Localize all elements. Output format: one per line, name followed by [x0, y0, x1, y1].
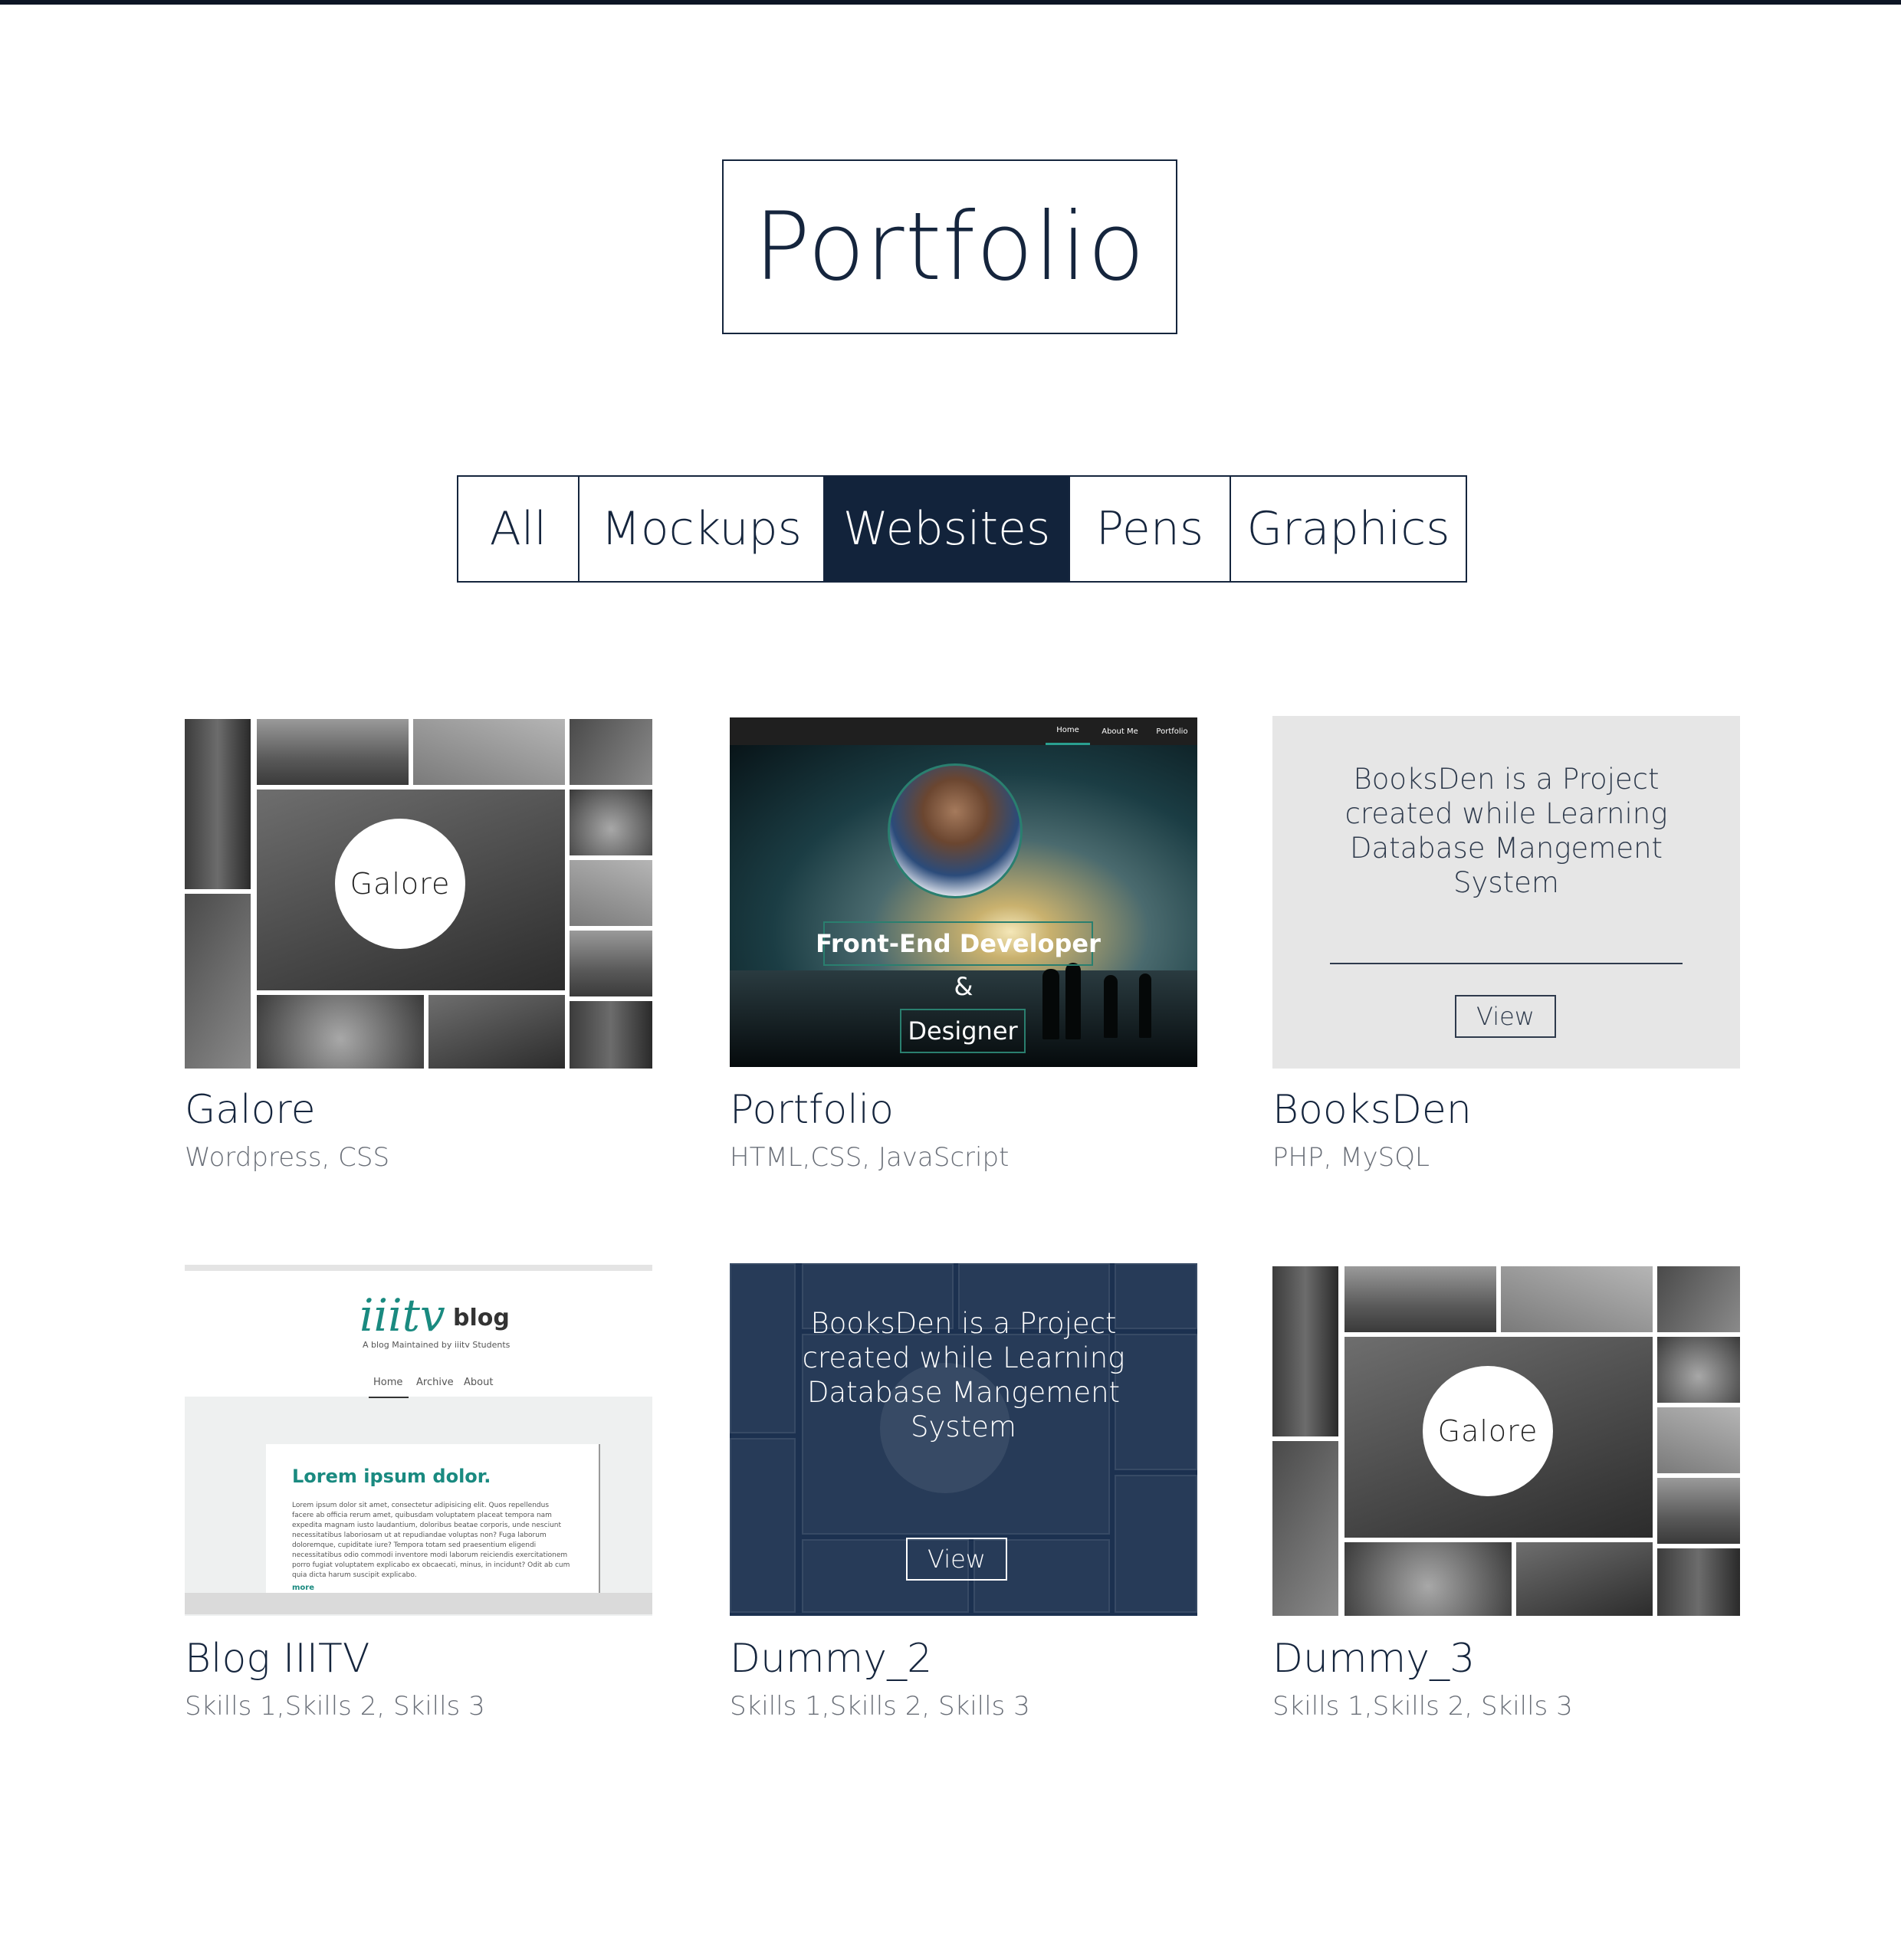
project-card-dummy-3[interactable]: Galore Dummy_3 Skills 1,Skills 2, Skills…: [1272, 1266, 1740, 1722]
blog-nav-about: About: [464, 1377, 494, 1388]
avatar: [888, 763, 1023, 898]
portfolio-thumbnail[interactable]: Home About Me Portfolio Front-End Develo…: [730, 717, 1197, 1067]
project-card-galore[interactable]: Galore Galore Wordpress, CSS: [185, 719, 652, 1173]
project-card-blog-iiitv[interactable]: iiitv blog A blog Maintained by iiitv St…: [185, 1265, 652, 1722]
project-skills: PHP, MySQL: [1272, 1142, 1430, 1173]
blog-more-link: more: [292, 1584, 315, 1592]
filter-graphics[interactable]: Graphics: [1231, 477, 1466, 581]
project-title[interactable]: Portfolio: [730, 1087, 894, 1133]
project-skills: Wordpress, CSS: [185, 1142, 390, 1173]
blog-logo-word: blog: [453, 1305, 510, 1331]
blog-tagline: A blog Maintained by iiitv Students: [363, 1340, 511, 1350]
booksden-thumbnail[interactable]: BooksDen is a Project created while Lear…: [1272, 716, 1740, 1069]
dummy-3-thumbnail[interactable]: Galore: [1272, 1266, 1740, 1616]
galore-logo: Galore: [335, 819, 465, 949]
blog-post-body: Lorem ipsum dolor sit amet, consectetur …: [292, 1502, 570, 1579]
project-title[interactable]: Blog IIITV: [185, 1636, 369, 1682]
project-card-booksden[interactable]: BooksDen is a Project created while Lear…: [1272, 716, 1740, 1173]
blog-nav-home: Home: [373, 1377, 403, 1388]
blog-nav-archive: Archive: [416, 1377, 454, 1388]
project-title[interactable]: Galore: [185, 1087, 316, 1133]
galore-logo: Galore: [1423, 1366, 1553, 1496]
thumb-role-1: Front-End Developer: [816, 921, 1101, 966]
project-card-portfolio[interactable]: Home About Me Portfolio Front-End Develo…: [730, 717, 1197, 1173]
filter-pens[interactable]: Pens: [1070, 477, 1231, 581]
thumb-description: BooksDen is a Project created while Lear…: [802, 1307, 1125, 1443]
project-title[interactable]: BooksDen: [1272, 1087, 1472, 1133]
view-button[interactable]: View: [906, 1538, 1007, 1581]
filter-mockups[interactable]: Mockups: [579, 477, 825, 581]
blog-post-heading: Lorem ipsum dolor.: [292, 1466, 491, 1487]
thumb-role-2: Designer: [900, 1009, 1026, 1053]
top-border: [0, 0, 1901, 5]
project-card-dummy-2[interactable]: BooksDen is a Project created while Lear…: [730, 1263, 1197, 1722]
project-skills: HTML,CSS, JavaScript: [730, 1142, 1010, 1173]
thumb-description: BooksDen is a Project created while Lear…: [1344, 763, 1668, 899]
view-button[interactable]: View: [1455, 995, 1556, 1038]
divider: [1330, 963, 1683, 964]
blog-post-card: Lorem ipsum dolor. Lorem ipsum dolor sit…: [266, 1444, 600, 1594]
dummy-2-thumbnail[interactable]: BooksDen is a Project created while Lear…: [730, 1263, 1197, 1616]
project-skills: Skills 1,Skills 2, Skills 3: [185, 1691, 485, 1722]
galore-thumbnail[interactable]: Galore: [185, 719, 652, 1069]
project-skills: Skills 1,Skills 2, Skills 3: [1272, 1691, 1573, 1722]
blog-logo: iiitv: [360, 1289, 445, 1341]
project-title[interactable]: Dummy_3: [1272, 1636, 1475, 1682]
filter-websites[interactable]: Websites: [825, 477, 1070, 581]
filter-all[interactable]: All: [458, 477, 579, 581]
filter-bar: All Mockups Websites Pens Graphics: [457, 475, 1467, 583]
project-title[interactable]: Dummy_2: [730, 1636, 932, 1682]
page-title-box: Portfolio: [722, 159, 1177, 334]
thumb-navbar: Home About Me Portfolio: [730, 717, 1197, 745]
page-title: Portfolio: [754, 192, 1146, 301]
blog-thumbnail[interactable]: iiitv blog A blog Maintained by iiitv St…: [185, 1265, 652, 1616]
thumb-amp: &: [954, 972, 973, 1001]
project-skills: Skills 1,Skills 2, Skills 3: [730, 1691, 1030, 1722]
blog-nav-underline: [369, 1397, 409, 1398]
